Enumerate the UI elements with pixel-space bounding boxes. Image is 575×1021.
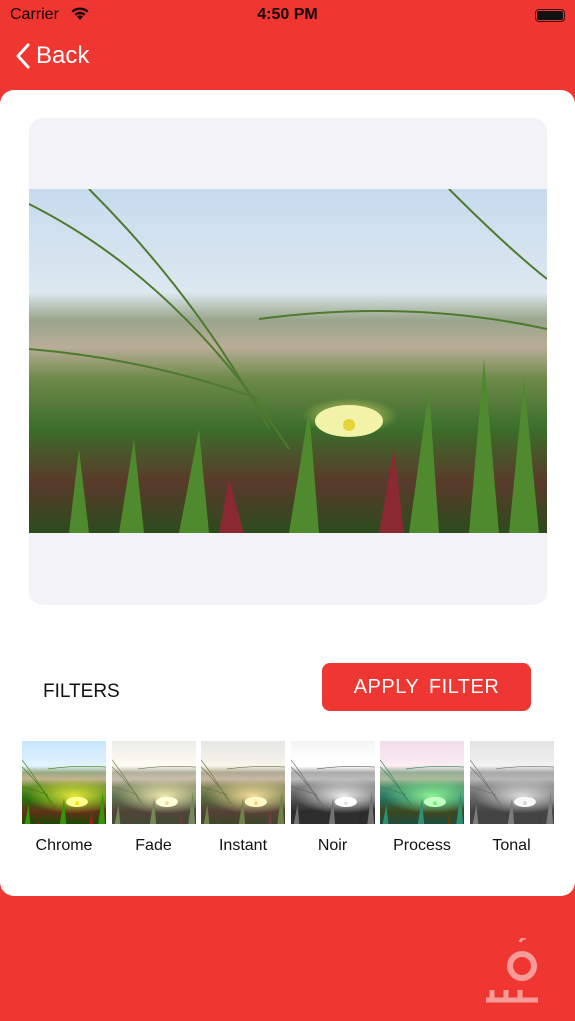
- filter-fade[interactable]: Fade: [111, 741, 196, 855]
- editor-card: FILTERS APPLY FILTER Chrome Fade Instant: [0, 90, 575, 896]
- filter-label: Fade: [135, 837, 172, 854]
- image-preview-container: [29, 118, 547, 605]
- filter-thumbnail: [380, 741, 464, 824]
- filter-process[interactable]: Process: [380, 741, 464, 855]
- filter-tonal[interactable]: Tonal: [469, 741, 554, 855]
- battery-icon: [535, 9, 565, 22]
- filter-list: Chrome Fade Instant Noir Process Tonal: [22, 741, 554, 855]
- watermark-logo: [486, 938, 538, 1003]
- filter-label: Process: [393, 837, 451, 854]
- filter-thumbnail: [22, 741, 106, 824]
- back-button[interactable]: Back: [16, 42, 89, 70]
- filter-chrome[interactable]: Chrome: [22, 741, 106, 855]
- filter-instant[interactable]: Instant: [201, 741, 285, 855]
- status-bar: Carrier 4:50 PM: [0, 0, 575, 32]
- preview-photo: [29, 189, 547, 533]
- filter-noir[interactable]: Noir: [290, 741, 375, 855]
- filter-thumbnail: [111, 741, 196, 824]
- filter-thumbnail: [469, 741, 554, 824]
- filter-thumbnail: [201, 741, 285, 824]
- filter-label: Instant: [218, 837, 268, 854]
- chevron-left-icon: [16, 43, 30, 69]
- filter-thumbnail: [290, 741, 375, 824]
- filter-label: Tonal: [492, 837, 531, 854]
- filter-label: Noir: [317, 837, 348, 854]
- filter-label: Chrome: [35, 837, 93, 854]
- clock: 4:50 PM: [257, 6, 318, 23]
- filters-heading: FILTERS: [43, 681, 120, 702]
- apply-filter-button[interactable]: APPLY FILTER: [322, 663, 531, 711]
- back-label: Back: [36, 42, 90, 69]
